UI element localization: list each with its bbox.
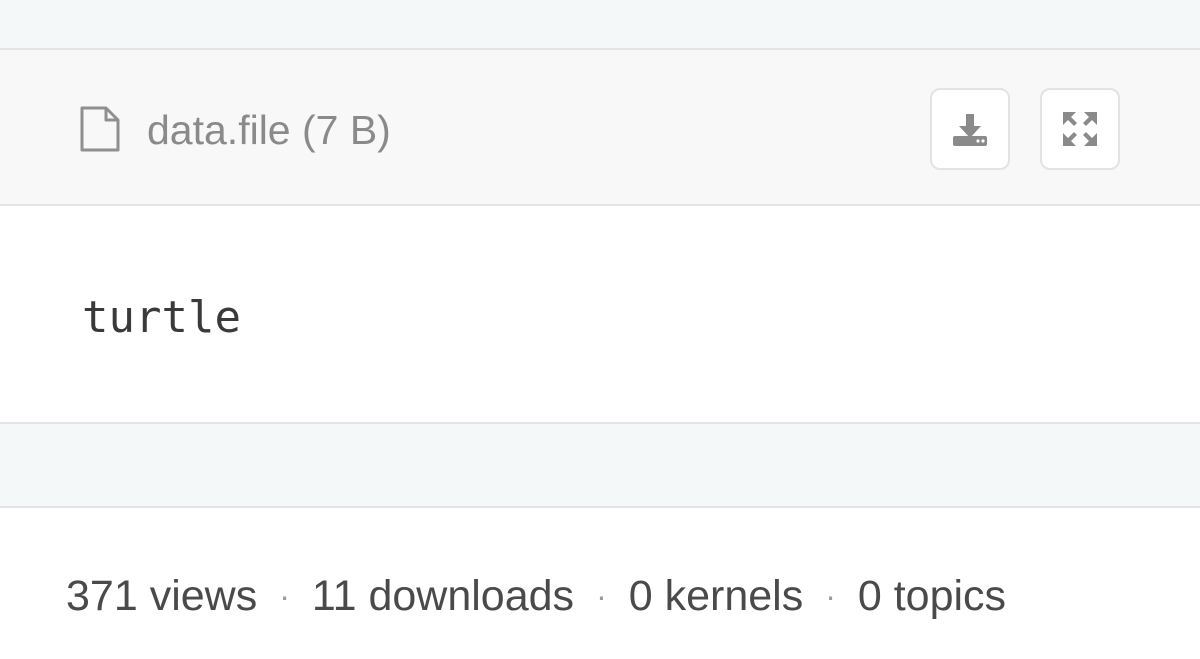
file-preview: turtle	[0, 206, 1200, 424]
download-icon	[953, 114, 987, 146]
stats-line: 371 views · 11 downloads · 0 kernels · 0…	[66, 570, 1006, 622]
separator: ·	[596, 578, 607, 614]
separator: ·	[279, 578, 290, 614]
fullscreen-button[interactable]	[1040, 88, 1120, 170]
separator: ·	[825, 578, 836, 614]
downloads-count: 11 downloads	[311, 572, 575, 620]
topics-count: 0 topics	[857, 572, 1007, 620]
download-button[interactable]	[930, 88, 1010, 170]
file-icon	[80, 106, 120, 152]
kernels-count: 0 kernels	[628, 572, 804, 620]
file-content: turtle	[82, 292, 241, 343]
fullscreen-icon	[1063, 112, 1097, 146]
stats-bar: 371 views · 11 downloads · 0 kernels · 0…	[0, 508, 1200, 659]
file-name: data.file (7 B)	[147, 107, 391, 153]
top-strip	[0, 0, 1200, 48]
file-header: data.file (7 B)	[0, 48, 1200, 206]
section-divider	[0, 424, 1200, 508]
views-count: 371 views	[66, 572, 258, 620]
